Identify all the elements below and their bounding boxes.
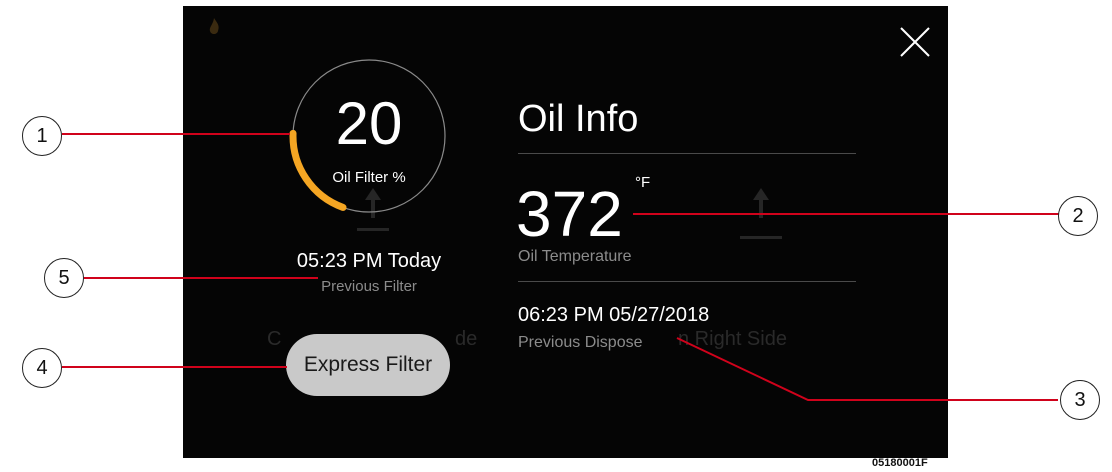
oil-temperature-value: 372 xyxy=(516,178,623,250)
fryer-screen: C de n Right Side 20 Oil Filter % 05:23 … xyxy=(183,6,948,458)
background-text: C xyxy=(267,328,282,350)
oil-temperature-unit: °F xyxy=(635,174,651,191)
arrow-up-icon xyxy=(740,188,782,239)
divider xyxy=(518,281,856,282)
callout-3: 3 xyxy=(1060,380,1100,420)
callout-2: 2 xyxy=(1058,196,1098,236)
figure-code: 05180001F xyxy=(872,457,928,469)
divider xyxy=(518,153,856,154)
previous-dispose-time: 06:23 PM 05/27/2018 xyxy=(518,304,710,326)
background-text: n Right Side xyxy=(678,328,787,350)
oil-temperature-label: Oil Temperature xyxy=(518,248,632,265)
previous-filter-label: Previous Filter xyxy=(321,278,417,295)
callout-4: 4 xyxy=(22,348,62,388)
close-icon[interactable] xyxy=(895,22,935,62)
oil-filter-percent-value: 20 xyxy=(335,90,403,157)
callout-5: 5 xyxy=(44,258,84,298)
flame-icon xyxy=(209,18,219,34)
previous-filter-time: 05:23 PM Today xyxy=(296,250,442,272)
previous-dispose-label: Previous Dispose xyxy=(518,334,643,351)
background-text: de xyxy=(455,328,478,350)
oil-info-title: Oil Info xyxy=(518,98,639,140)
express-filter-button[interactable]: Express Filter xyxy=(286,334,450,396)
callout-1: 1 xyxy=(22,116,62,156)
oil-filter-percent-label: Oil Filter % xyxy=(332,169,406,186)
